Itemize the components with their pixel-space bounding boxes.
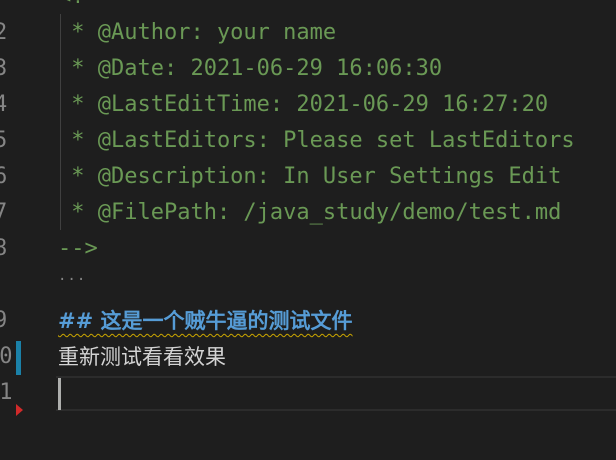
code-line-text: 重新测试看看效果 — [58, 345, 226, 369]
code-line-text: * @Date: 2021-06-29 16:06:30 — [58, 56, 443, 81]
code-line[interactable]: <!-- — [0, 0, 616, 15]
text-cursor — [58, 378, 61, 410]
code-line-text: * @Description: In User Settings Edit — [58, 164, 562, 189]
line-number: 8 — [0, 236, 8, 261]
code-line[interactable]: 10 重新测试看看效果 — [0, 339, 616, 375]
code-line[interactable]: 7 * @FilePath: /java_study/demo/test.md — [0, 195, 616, 231]
line-number: 5 — [0, 128, 8, 153]
deleted-lines-arrow-icon[interactable] — [16, 404, 23, 416]
markdown-heading: ## 这是一个贼牛逼的测试文件 — [58, 309, 353, 333]
code-line[interactable]: 3 * @Date: 2021-06-29 16:06:30 — [0, 51, 616, 87]
code-line[interactable]: 8 --> — [0, 231, 616, 267]
line-number: 3 — [0, 56, 8, 81]
line-number: 9 — [0, 308, 8, 333]
line-number: 10 — [0, 344, 13, 369]
line-number: 7 — [0, 200, 8, 225]
code-line[interactable]: 5 * @LastEditors: Please set LastEditors — [0, 123, 616, 159]
code-line[interactable]: 9 ## 这是一个贼牛逼的测试文件 — [0, 303, 616, 339]
code-line[interactable]: 2 * @Author: your name — [0, 15, 616, 51]
code-editor[interactable]: <!-- 2 * @Author: your name 3 * @Date: 2… — [0, 0, 616, 460]
code-line-text: --> — [58, 236, 98, 261]
code-line[interactable]: 11 — [0, 375, 616, 411]
code-line-text: <!-- — [58, 0, 111, 8]
code-line-text: * @LastEditors: Please set LastEditors — [58, 128, 575, 153]
code-line-text: * @FilePath: /java_study/demo/test.md — [58, 200, 562, 225]
line-number: 6 — [0, 164, 8, 189]
fold-ellipsis[interactable]: ... — [58, 268, 86, 284]
code-line[interactable]: 4 * @LastEditTime: 2021-06-29 16:27:20 — [0, 87, 616, 123]
line-number: 2 — [0, 20, 8, 45]
code-line[interactable]: 6 * @Description: In User Settings Edit — [0, 159, 616, 195]
code-line-text: * @Author: your name — [58, 20, 337, 45]
line-number: 11 — [0, 380, 13, 405]
code-line-text: * @LastEditTime: 2021-06-29 16:27:20 — [58, 92, 549, 117]
line-number: 4 — [0, 92, 8, 117]
